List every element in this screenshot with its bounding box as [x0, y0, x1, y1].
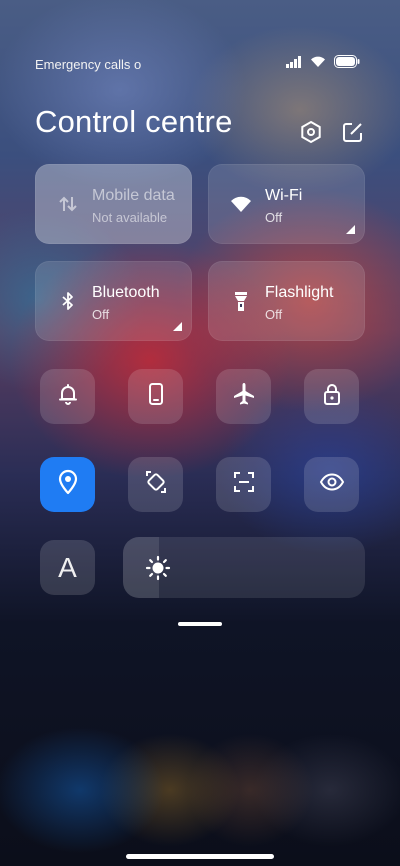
- expand-corner-icon[interactable]: [346, 225, 355, 234]
- carrier-text: Emergency calls o: [35, 56, 142, 72]
- bluetooth-icon: [57, 290, 79, 312]
- battery-icon: [334, 55, 360, 73]
- location-icon: [55, 469, 81, 500]
- brightness-slider[interactable]: [123, 537, 365, 598]
- tile-label: Flashlight: [265, 284, 334, 301]
- home-indicator[interactable]: [126, 854, 274, 859]
- auto-rotate-icon: [143, 469, 169, 500]
- page-title: Control centre: [35, 104, 233, 139]
- expand-corner-icon[interactable]: [173, 322, 182, 331]
- airplane-icon: [231, 381, 257, 412]
- tile-label: Wi-Fi: [265, 187, 303, 204]
- tile-label: Bluetooth: [92, 284, 160, 301]
- mobile-data-icon: [57, 193, 79, 215]
- settings-icon[interactable]: [299, 120, 323, 144]
- status-icons: [286, 55, 360, 73]
- edit-icon[interactable]: [341, 120, 365, 144]
- mobile-data-tile[interactable]: Mobile data Not available: [35, 164, 192, 244]
- tile-state: Off: [92, 307, 110, 322]
- eye-icon: [319, 469, 345, 500]
- wifi-icon: [310, 55, 326, 73]
- tile-state: Not available: [92, 210, 168, 225]
- signal-icon: [286, 55, 302, 73]
- wifi-icon: [230, 193, 252, 215]
- auto-rotate-toggle[interactable]: [128, 457, 183, 512]
- screenshot-icon: [231, 469, 257, 500]
- flashlight-icon: [230, 290, 252, 312]
- tile-state: Off: [265, 307, 283, 322]
- vibrate-toggle[interactable]: [128, 369, 183, 424]
- airplane-mode-toggle[interactable]: [216, 369, 271, 424]
- location-toggle[interactable]: [40, 457, 95, 512]
- screenshot-toggle[interactable]: [216, 457, 271, 512]
- tile-state: Off: [265, 210, 283, 225]
- status-bar: Emergency calls o: [35, 54, 360, 74]
- font-size-button[interactable]: A: [40, 540, 95, 595]
- sun-icon: [145, 555, 171, 581]
- header-actions: [299, 120, 365, 144]
- flashlight-tile[interactable]: Flashlight Off: [208, 261, 365, 341]
- wifi-tile[interactable]: Wi-Fi Off: [208, 164, 365, 244]
- bluetooth-tile[interactable]: Bluetooth Off: [35, 261, 192, 341]
- reading-mode-toggle[interactable]: [304, 457, 359, 512]
- drag-handle[interactable]: [178, 622, 222, 626]
- phone-icon: [143, 381, 169, 412]
- bell-icon: [55, 381, 81, 412]
- tile-label: Mobile data: [92, 187, 175, 204]
- lock-icon: [319, 381, 345, 412]
- lock-screen-toggle[interactable]: [304, 369, 359, 424]
- sound-toggle[interactable]: [40, 369, 95, 424]
